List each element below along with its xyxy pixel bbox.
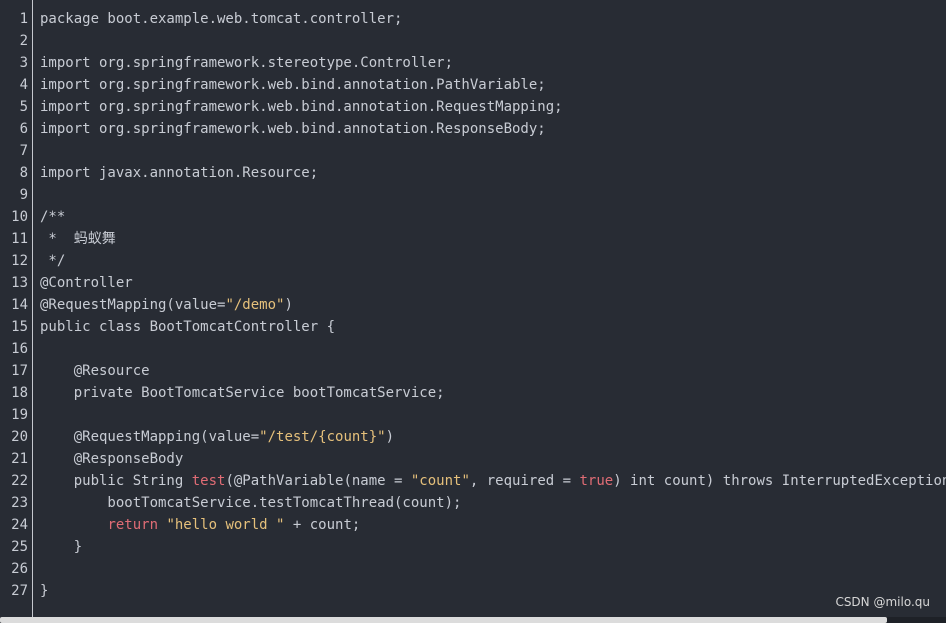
- code-token-plain: import org.springframework.stereotype.Co…: [40, 55, 454, 71]
- code-line: package boot.example.web.tomcat.controll…: [40, 8, 402, 30]
- line-number: 4: [19, 77, 28, 93]
- line-number: 27: [11, 583, 28, 599]
- code-token-plain: import javax.annotation.Resource;: [40, 165, 319, 181]
- code-token-plain: import org.springframework.web.bind.anno…: [40, 121, 546, 137]
- code-token-string: "hello world ": [166, 517, 285, 533]
- code-line: public String test(@PathVariable(name = …: [40, 470, 946, 492]
- code-token-plain: */: [40, 253, 66, 269]
- code-line: /**: [40, 206, 65, 228]
- code-token-keyword: true: [579, 473, 614, 489]
- line-number: 1: [19, 11, 28, 27]
- line-number: 7: [19, 143, 28, 159]
- line-number: 3: [19, 55, 28, 71]
- line-number: 18: [11, 385, 28, 401]
- code-token-plain: + count;: [284, 517, 361, 533]
- line-number: 5: [19, 99, 28, 115]
- line-number: 6: [19, 121, 28, 137]
- code-line: bootTomcatService.testTomcatThread(count…: [40, 492, 461, 514]
- code-token-plain: public String: [40, 473, 192, 489]
- code-line: import org.springframework.stereotype.Co…: [40, 52, 453, 74]
- code-token-plain: /**: [40, 209, 66, 225]
- line-number: 12: [11, 253, 28, 269]
- line-number: 19: [11, 407, 28, 423]
- code-token-plain: public class BootTomcatController {: [40, 319, 336, 335]
- code-editor: 1 2 3 4 5 6 7 8 9 10 11 12 13 14 15 16 17 18 19 20 21 22 23 24 2…: [0, 0, 946, 623]
- code-line: }: [40, 536, 82, 558]
- code-token-string: "/demo": [225, 297, 285, 313]
- code-token-plain: , required =: [469, 473, 580, 489]
- line-number-gutter: 1 2 3 4 5 6 7 8 9 10 11 12 13 14 15 16 17 18 19 20 21 22 23 24 2…: [0, 0, 33, 623]
- code-token-plain: private BootTomcatService bootTomcatServ…: [40, 385, 445, 401]
- line-number: 22: [11, 473, 28, 489]
- line-number: 24: [11, 517, 28, 533]
- code-line: }: [40, 580, 48, 602]
- code-token-string: "/test/{count}": [259, 429, 386, 445]
- code-token-plain: @ResponseBody: [40, 451, 184, 467]
- code-token-plain: ): [385, 429, 395, 445]
- code-line: @Resource: [40, 360, 150, 382]
- code-token-plain: * 蚂蚁舞: [40, 231, 116, 247]
- code-line: import org.springframework.web.bind.anno…: [40, 96, 563, 118]
- code-token-string: "count": [410, 473, 470, 489]
- code-token-plain: import org.springframework.web.bind.anno…: [40, 99, 563, 115]
- code-line: import org.springframework.web.bind.anno…: [40, 118, 546, 140]
- code-line: @ResponseBody: [40, 448, 184, 470]
- code-line: return "hello world " + count;: [40, 514, 360, 536]
- line-number: 15: [11, 319, 28, 335]
- code-line: @Controller: [40, 272, 133, 294]
- horizontal-scrollbar-thumb[interactable]: [0, 617, 887, 623]
- line-number: 14: [11, 297, 28, 313]
- line-number: 23: [11, 495, 28, 511]
- line-number: 10: [11, 209, 28, 225]
- code-token-plain: @RequestMapping(value=: [40, 297, 226, 313]
- line-number: 9: [19, 187, 28, 203]
- line-number: 21: [11, 451, 28, 467]
- code-token-plain: (@PathVariable(name =: [225, 473, 411, 489]
- code-token-plain: @Controller: [40, 275, 133, 291]
- code-token-plain: import org.springframework.web.bind.anno…: [40, 77, 546, 93]
- code-token-plain: @Resource: [40, 363, 150, 379]
- code-line: @RequestMapping(value="/demo"): [40, 294, 293, 316]
- code-line: */: [40, 250, 65, 272]
- line-number: 16: [11, 341, 28, 357]
- line-number: 25: [11, 539, 28, 555]
- code-token-plain: bootTomcatService.testTomcatThread(count…: [40, 495, 462, 511]
- code-token-plain: @RequestMapping(value=: [40, 429, 260, 445]
- line-number: 26: [11, 561, 28, 577]
- line-number: 11: [11, 231, 28, 247]
- code-token-plain: package boot.example.web.tomcat.controll…: [40, 11, 403, 27]
- code-token-keyword: return: [107, 517, 159, 533]
- code-token-fn: test: [191, 473, 226, 489]
- code-token-plain: ) int count) throws InterruptedException…: [613, 473, 946, 489]
- line-number: 17: [11, 363, 28, 379]
- code-line: import org.springframework.web.bind.anno…: [40, 74, 546, 96]
- code-line: public class BootTomcatController {: [40, 316, 335, 338]
- code-token-plain: ): [284, 297, 293, 313]
- code-line: private BootTomcatService bootTomcatServ…: [40, 382, 445, 404]
- code-token-plain: }: [40, 583, 49, 599]
- code-line: import javax.annotation.Resource;: [40, 162, 318, 184]
- line-number: 20: [11, 429, 28, 445]
- code-token-plain: }: [40, 539, 83, 555]
- code-line: @RequestMapping(value="/test/{count}"): [40, 426, 394, 448]
- line-number: 2: [19, 33, 28, 49]
- code-line: * 蚂蚁舞: [40, 228, 116, 250]
- line-number: 13: [11, 275, 28, 291]
- line-number: 8: [19, 165, 28, 181]
- watermark: CSDN @milo.qu: [835, 595, 930, 609]
